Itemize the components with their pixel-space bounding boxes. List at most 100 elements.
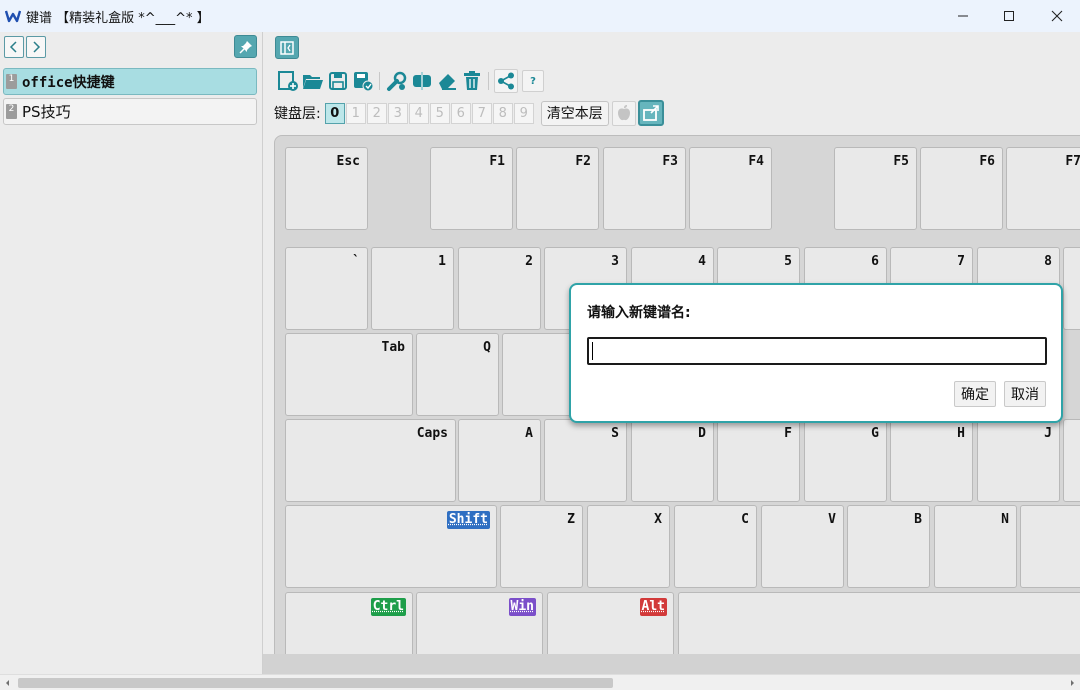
key-label: S <box>611 426 619 441</box>
maximize-button[interactable] <box>986 0 1032 32</box>
key-label: D <box>698 426 706 441</box>
clear-layer-button[interactable]: 清空本层 <box>540 100 609 126</box>
new-file-button[interactable] <box>276 69 299 93</box>
key-label: C <box>741 512 749 527</box>
mac-layout-button[interactable] <box>611 100 636 126</box>
resize-icon <box>642 105 659 121</box>
key-tab[interactable]: Tab <box>285 333 413 416</box>
scroll-left-icon[interactable] <box>3 678 13 688</box>
key-f2[interactable]: F2 <box>516 147 599 230</box>
eraser-button[interactable] <box>435 69 458 93</box>
key-v[interactable]: V <box>761 505 844 588</box>
share-button[interactable] <box>494 69 518 93</box>
dialog-prompt: 请输入新键谱名: <box>587 305 691 321</box>
key-label: 5 <box>784 254 792 269</box>
layer-button-4[interactable]: 4 <box>408 102 429 124</box>
key-label: ` <box>352 254 360 269</box>
scroll-right-icon[interactable] <box>1067 678 1077 688</box>
key-label: Caps <box>416 426 448 441</box>
key-f6[interactable]: F6 <box>920 147 1003 230</box>
item-label: office快捷键 <box>22 74 115 91</box>
pin-icon <box>238 40 252 54</box>
key-m[interactable] <box>1020 505 1080 588</box>
key-esc[interactable]: Esc <box>285 147 368 230</box>
cancel-button[interactable]: 取消 <box>1004 381 1046 407</box>
chevron-right-icon <box>33 41 41 53</box>
scroll-thumb[interactable] <box>18 678 613 688</box>
ctrl-tag: Ctrl <box>370 598 406 616</box>
forward-button[interactable] <box>26 36 46 58</box>
key-shift[interactable]: Shift <box>285 505 497 588</box>
eraser-icon <box>438 74 456 90</box>
layer-button-2[interactable]: 2 <box>366 102 387 124</box>
key-2[interactable]: 2 <box>458 247 541 330</box>
list-item[interactable]: 1 office快捷键 <box>3 68 257 95</box>
pin-button[interactable] <box>234 35 257 58</box>
name-input[interactable] <box>587 337 1047 365</box>
list-item[interactable]: 2 PS技巧 <box>3 98 257 125</box>
key-1[interactable]: 1 <box>371 247 454 330</box>
key-j[interactable]: J <box>977 419 1060 502</box>
save-as-button[interactable] <box>351 69 374 93</box>
key-label: A <box>525 426 533 441</box>
canvas-bottom-area <box>263 654 1080 674</box>
key-z[interactable]: Z <box>500 505 583 588</box>
horizontal-scrollbar[interactable] <box>0 674 1080 690</box>
item-number: 1 <box>6 74 17 89</box>
key-label: 1 <box>438 254 446 269</box>
sidebar: 1 office快捷键 2 PS技巧 <box>0 32 263 674</box>
save-button[interactable] <box>326 69 349 93</box>
layer-button-3[interactable]: 3 <box>387 102 408 124</box>
split-button[interactable] <box>410 69 433 93</box>
key-d[interactable]: D <box>631 419 714 502</box>
key-f3[interactable]: F3 <box>603 147 686 230</box>
chevron-left-icon <box>9 41 17 53</box>
key-caps[interactable]: Caps <box>285 419 456 502</box>
sidebar-toggle-icon <box>280 40 294 55</box>
delete-button[interactable] <box>460 69 483 93</box>
layer-button-5[interactable]: 5 <box>429 102 450 124</box>
key-f[interactable]: F <box>717 419 800 502</box>
key-label: Tab <box>381 340 405 355</box>
nav-arrows <box>4 36 46 58</box>
key-label: 3 <box>611 254 619 269</box>
key-a[interactable]: A <box>458 419 541 502</box>
back-button[interactable] <box>4 36 24 58</box>
layer-button-8[interactable]: 8 <box>492 102 513 124</box>
toolbar: ? <box>276 68 544 94</box>
layer-button-6[interactable]: 6 <box>450 102 471 124</box>
key-f7[interactable]: F7 <box>1006 147 1080 230</box>
help-button[interactable]: ? <box>522 70 544 92</box>
key-b[interactable]: B <box>847 505 930 588</box>
key-label: F3 <box>662 154 678 169</box>
key-q[interactable]: Q <box>416 333 499 416</box>
key-n[interactable]: N <box>934 505 1017 588</box>
key-label: 8 <box>1044 254 1052 269</box>
key-g[interactable]: G <box>804 419 887 502</box>
key-k[interactable] <box>1063 419 1080 502</box>
key-9[interactable] <box>1063 247 1080 330</box>
key-f5[interactable]: F5 <box>834 147 917 230</box>
key-h[interactable]: H <box>890 419 973 502</box>
key-x[interactable]: X <box>587 505 670 588</box>
key-s[interactable]: S <box>544 419 627 502</box>
key-c[interactable]: C <box>674 505 757 588</box>
new-file-icon <box>277 71 298 91</box>
toggle-sidebar-button[interactable] <box>275 36 299 59</box>
layer-button-1[interactable]: 1 <box>345 102 366 124</box>
key-f4[interactable]: F4 <box>689 147 772 230</box>
close-button[interactable] <box>1034 0 1080 32</box>
layer-button-0[interactable]: 0 <box>324 102 345 124</box>
ok-button[interactable]: 确定 <box>954 381 996 407</box>
layer-button-7[interactable]: 7 <box>471 102 492 124</box>
key-f1[interactable]: F1 <box>430 147 513 230</box>
help-icon: ? <box>530 75 536 87</box>
win-tag: Win <box>508 598 536 616</box>
key-backtick[interactable]: ` <box>285 247 368 330</box>
settings-button[interactable] <box>385 69 408 93</box>
open-button[interactable] <box>301 69 324 93</box>
minimize-button[interactable] <box>940 0 986 32</box>
layer-button-9[interactable]: 9 <box>513 102 534 124</box>
fit-window-button[interactable] <box>637 100 664 126</box>
trash-icon <box>463 71 480 90</box>
